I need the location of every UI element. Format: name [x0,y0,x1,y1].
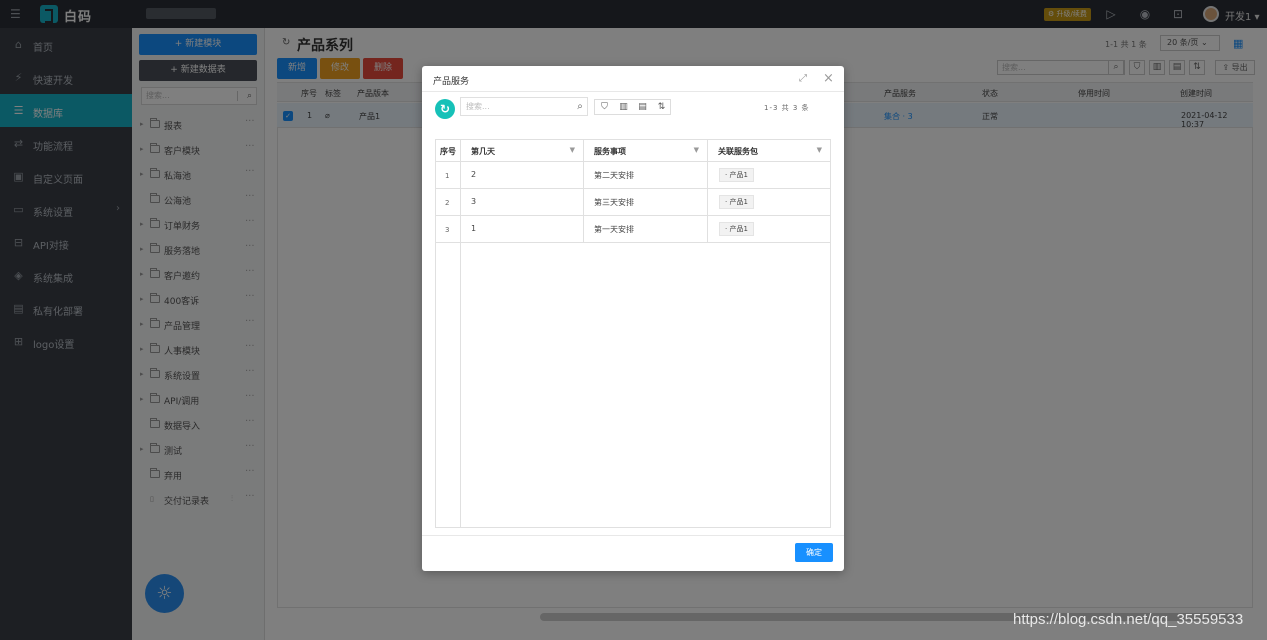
row-index: 2 [436,189,461,216]
header-label: 服务事项 [594,147,626,156]
column-header-day[interactable]: 第几天 ▼ [461,140,584,162]
header-label: 第几天 [471,147,495,156]
search-icon[interactable]: ⌕ [571,97,589,116]
refresh-button[interactable]: ↻ [435,99,455,119]
table-cell[interactable]: 第一天安排 [584,216,708,243]
package-tag[interactable]: · 产品1 [719,222,754,236]
caret-down-icon[interactable]: ▼ [694,146,699,154]
table-cell[interactable]: 1 [461,216,584,243]
column-header-index: 序号 [436,140,461,162]
table-cell[interactable]: · 产品1 [708,162,830,189]
cell-text: 2 [445,199,450,207]
column-header-package[interactable]: 关联服务包 ▼ [708,140,830,162]
table-cell[interactable]: · 产品1 [708,189,830,216]
table-cell[interactable]: 第二天安排 [584,162,708,189]
watermark: https://blog.csdn.net/qq_35559533 [1013,611,1244,628]
dialog-title: 产品服务 [433,77,470,87]
cell-text: 第二天安排 [594,171,634,180]
cell-text: 3 [471,197,477,206]
package-tag[interactable]: · 产品1 [719,195,754,209]
index-column-filler [436,243,461,527]
divider [422,91,844,92]
close-icon[interactable]: × [823,71,834,86]
header-label: 序号 [440,147,456,156]
table-cell[interactable]: 2 [461,162,584,189]
dialog-search-input[interactable]: 搜索... [460,97,588,116]
cell-text: 第一天安排 [594,225,634,234]
filter-icon[interactable]: ⛉ [595,101,614,114]
table-cell[interactable]: 第三天安排 [584,189,708,216]
cell-text: 1 [471,224,477,233]
cell-text: 第三天安排 [594,198,634,207]
column-header-item[interactable]: 服务事项 ▼ [584,140,708,162]
chart-icon[interactable]: ▥ [614,101,633,114]
dialog-toolbar: ⛉ ▥ ▤ ⇅ [594,99,671,115]
cell-text: 1 [445,172,450,180]
caret-down-icon[interactable]: ▼ [570,146,575,154]
confirm-button[interactable]: 确定 [795,543,833,562]
dialog-table: 序号 第几天 ▼ 服务事项 ▼ 关联服务包 ▼ 1 2 第二天安排 · 产品1 2 3… [435,139,831,528]
columns-icon[interactable]: ▤ [633,101,652,114]
fullscreen-icon[interactable]: ⤢ [799,73,807,84]
row-index: 1 [436,162,461,189]
product-service-dialog: 产品服务 ⤢ × ↻ 搜索... ⌕ ⛉ ▥ ▤ ⇅ 1-3 共 3 条 序号 … [422,66,844,571]
header-label: 关联服务包 [718,147,758,156]
row-index: 3 [436,216,461,243]
cell-text: 2 [471,170,477,179]
package-tag[interactable]: · 产品1 [719,168,754,182]
caret-down-icon[interactable]: ▼ [817,146,822,154]
sort-icon[interactable]: ⇅ [652,101,671,114]
divider [422,535,844,536]
table-cell[interactable]: 3 [461,189,584,216]
dialog-record-count: 1-3 共 3 条 [764,104,810,112]
table-cell[interactable]: · 产品1 [708,216,830,243]
cell-text: 3 [445,226,450,234]
